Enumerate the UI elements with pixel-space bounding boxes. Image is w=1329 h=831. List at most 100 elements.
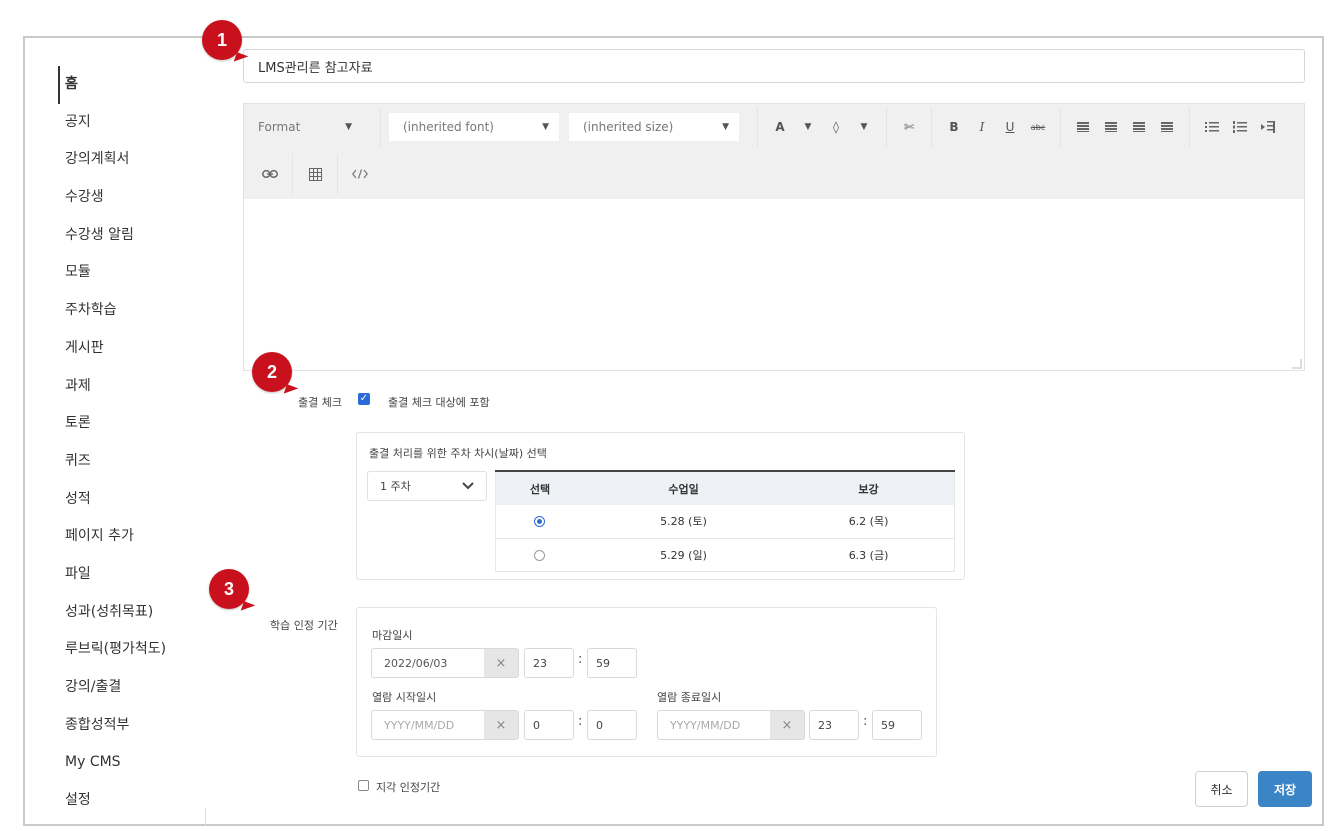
week-select-value: 1 주차 <box>380 480 411 493</box>
time-separator: : <box>578 652 583 667</box>
time-separator: : <box>578 714 583 729</box>
link-icon[interactable] <box>256 160 284 188</box>
class-date-cell: 5.29 (일) <box>583 538 784 572</box>
strikethrough-button[interactable]: abc <box>1024 113 1052 141</box>
nav-item-students[interactable]: 수강생 <box>58 179 208 217</box>
step-badge-3: 3 <box>209 569 249 609</box>
view-start-date-placeholder: YYYY/MM/DD <box>384 718 455 732</box>
background-color-button[interactable]: ◊ <box>822 113 850 141</box>
view-end-minute-field[interactable]: 59 <box>872 710 922 740</box>
nav-item-grades[interactable]: 성적 <box>58 481 208 519</box>
title-input[interactable] <box>243 49 1305 83</box>
nav-item-quiz[interactable]: 퀴즈 <box>58 443 208 481</box>
editor-toolbar: Format ▼ (inherited font) ▼ (inherited s… <box>244 104 1304 199</box>
italic-button[interactable]: I <box>968 113 996 141</box>
view-end-label: 열람 종료일시 <box>657 691 722 704</box>
session-radio-selected[interactable] <box>534 516 546 528</box>
toolbar-separator <box>292 154 293 194</box>
bulleted-list-icon[interactable] <box>1198 113 1226 141</box>
nav-item-weekly-learning[interactable]: 주차학습 <box>58 292 208 330</box>
nav-item-outcomes[interactable]: 성과(성취목표) <box>58 594 208 632</box>
deadline-label: 마감일시 <box>372 629 413 642</box>
text-color-button[interactable]: A <box>766 113 794 141</box>
table-icon[interactable] <box>301 160 329 188</box>
column-header-class-date: 수업일 <box>583 470 784 505</box>
source-code-icon[interactable] <box>346 160 374 188</box>
view-start-label: 열람 시작일시 <box>372 691 437 704</box>
table-row: 5.28 (토) 6.2 (목) <box>495 505 955 539</box>
clear-icon[interactable]: × <box>770 711 804 739</box>
deadline-date-field[interactable]: 2022/06/03 × <box>371 648 519 678</box>
toolbar-separator <box>337 154 338 194</box>
deadline-minute-field[interactable]: 59 <box>587 648 637 678</box>
chevron-down-icon: ▼ <box>722 122 729 132</box>
underline-button[interactable]: U <box>996 113 1024 141</box>
editor-content-area[interactable] <box>244 199 1304 371</box>
nav-item-modules[interactable]: 모듈 <box>58 254 208 292</box>
chevron-down-icon: ▼ <box>542 122 549 132</box>
background-color-dropdown[interactable]: ▼ <box>850 113 878 141</box>
clear-icon[interactable]: × <box>484 711 518 739</box>
save-button[interactable]: 저장 <box>1258 771 1312 807</box>
cancel-button[interactable]: 취소 <box>1195 771 1248 807</box>
clear-icon[interactable]: × <box>484 649 518 677</box>
nav-item-my-cms[interactable]: My CMS <box>58 744 208 782</box>
attendance-checkbox-label: 출결 체크 대상에 포함 <box>388 396 490 409</box>
nav-item-board[interactable]: 게시판 <box>58 330 208 368</box>
format-select-label: Format <box>258 120 301 134</box>
learning-period-panel: 마감일시 2022/06/03 × 23 : 59 열람 시작일시 YYYY/M… <box>356 607 937 757</box>
numbered-list-icon[interactable] <box>1226 113 1254 141</box>
sidebar-divider <box>205 808 206 826</box>
nav-item-syllabus[interactable]: 강의계획서 <box>58 141 208 179</box>
nav-item-discussion[interactable]: 토론 <box>58 405 208 443</box>
font-select[interactable]: (inherited font) ▼ <box>389 113 559 141</box>
align-center-icon[interactable] <box>1097 113 1125 141</box>
nav-item-add-page[interactable]: 페이지 추가 <box>58 518 208 556</box>
nav-item-assignments[interactable]: 과제 <box>58 368 208 406</box>
bold-button[interactable]: B <box>940 113 968 141</box>
nav-item-files[interactable]: 파일 <box>58 556 208 594</box>
rich-text-editor: Format ▼ (inherited font) ▼ (inherited s… <box>243 103 1305 371</box>
nav-item-settings[interactable]: 설정 <box>58 782 208 820</box>
nav-item-lecture-attendance[interactable]: 강의/출결 <box>58 669 208 707</box>
attendance-checkbox[interactable]: ✓ <box>358 393 370 405</box>
makeup-date-cell: 6.3 (금) <box>783 538 955 572</box>
align-left-icon[interactable] <box>1069 113 1097 141</box>
column-header-select: 선택 <box>495 470 584 505</box>
makeup-date-cell: 6.2 (목) <box>783 505 955 539</box>
step-badge-2: 2 <box>252 352 292 392</box>
chevron-down-icon <box>462 482 474 490</box>
step-badge-1: 1 <box>202 20 242 60</box>
late-period-checkbox[interactable] <box>358 780 369 791</box>
view-start-date-field[interactable]: YYYY/MM/DD × <box>371 710 519 740</box>
toolbar-separator <box>931 107 932 147</box>
attendance-panel-title: 출결 처리를 위한 주차 차시(날짜) 선택 <box>369 447 547 460</box>
indent-icon[interactable] <box>1254 113 1282 141</box>
text-color-dropdown[interactable]: ▼ <box>794 113 822 141</box>
nav-item-rubrics[interactable]: 루브릭(평가척도) <box>58 631 208 669</box>
view-end-date-placeholder: YYYY/MM/DD <box>670 718 741 732</box>
format-select[interactable]: Format ▼ <box>244 113 362 141</box>
session-radio[interactable] <box>534 549 546 561</box>
learning-period-label: 학습 인정 기간 <box>270 619 338 632</box>
view-end-hour-field[interactable]: 23 <box>809 710 859 740</box>
nav-item-notice[interactable]: 공지 <box>58 104 208 142</box>
toolbar-separator <box>1060 107 1061 147</box>
nav-item-home[interactable]: 홈 <box>58 66 208 104</box>
nav-item-student-alerts[interactable]: 수강생 알림 <box>58 217 208 255</box>
view-start-hour-field[interactable]: 0 <box>524 710 574 740</box>
align-justify-icon[interactable] <box>1153 113 1181 141</box>
column-header-makeup: 보강 <box>783 470 955 505</box>
deadline-hour-field[interactable]: 23 <box>524 648 574 678</box>
size-select[interactable]: (inherited size) ▼ <box>569 113 739 141</box>
view-end-date-field[interactable]: YYYY/MM/DD × <box>657 710 805 740</box>
session-table: 선택 수업일 보강 5.28 (토) 6.2 (목) 5.29 (일) 6.3 … <box>495 470 955 572</box>
nav-item-gradebook[interactable]: 종합성적부 <box>58 707 208 745</box>
late-period-label: 지각 인정기간 <box>376 781 441 794</box>
align-right-icon[interactable] <box>1125 113 1153 141</box>
week-select[interactable]: 1 주차 <box>367 471 487 501</box>
toolbar-separator <box>1189 107 1190 147</box>
clear-format-button[interactable]: ✄ <box>895 113 923 141</box>
view-start-minute-field[interactable]: 0 <box>587 710 637 740</box>
resize-handle-icon[interactable] <box>1292 359 1302 369</box>
